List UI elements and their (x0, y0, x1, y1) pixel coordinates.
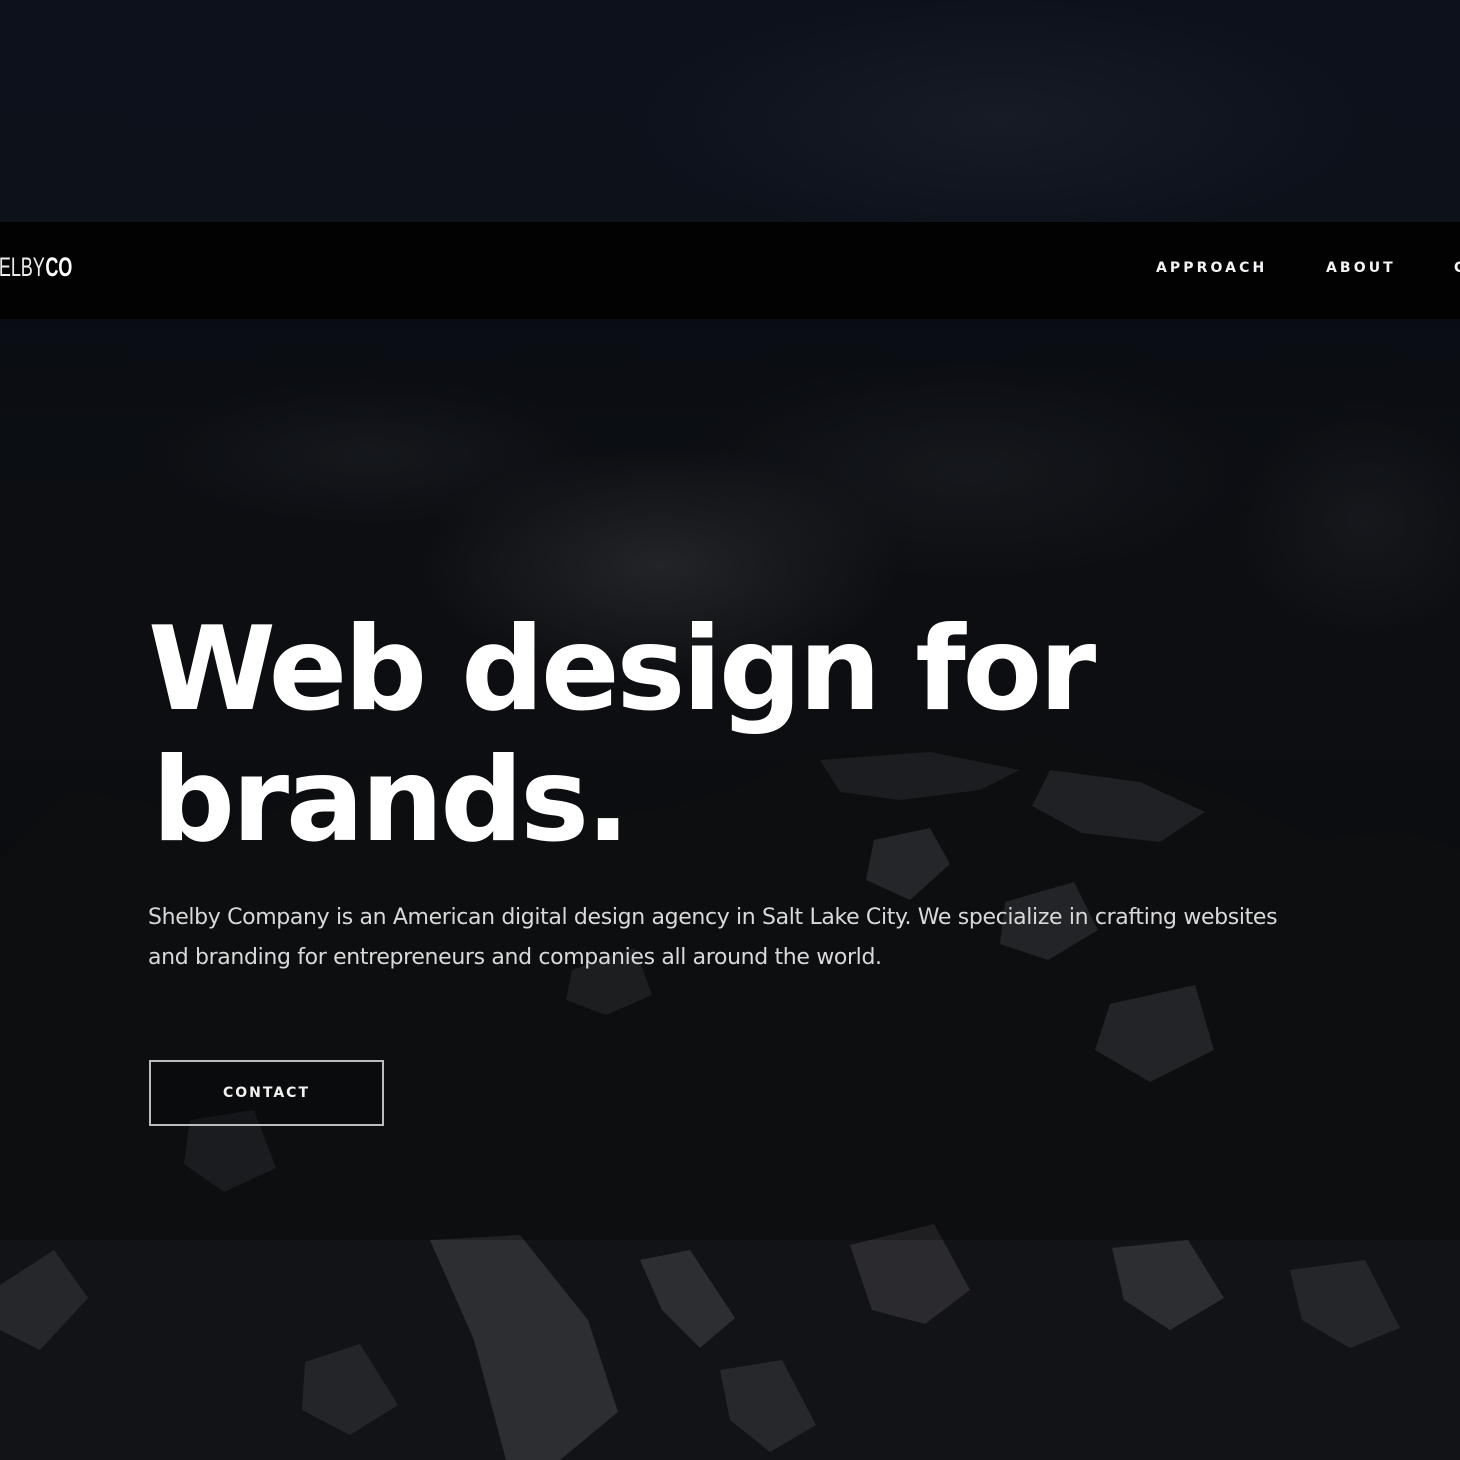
nav-item-approach[interactable]: APPROACH (1156, 260, 1267, 276)
hero-headline-line-2: brands. (152, 733, 630, 868)
nav-item-partial[interactable]: C (1454, 260, 1460, 276)
hero-section: Web design for brands. (148, 604, 1308, 866)
hero-headline-line-1: Web design for (148, 602, 1096, 737)
brand-logo-text-part1: HELBY (0, 252, 45, 282)
brand-logo[interactable]: HELBY CO (0, 252, 72, 282)
contact-button[interactable]: CONTACT (149, 1060, 384, 1126)
brand-logo-text-part2: CO (45, 252, 73, 282)
hero-headline: Web design for brands. (148, 604, 1308, 866)
homepage-screen: HELBY CO APPROACH ABOUT C Web design for… (0, 0, 1460, 1460)
nav-item-about[interactable]: ABOUT (1326, 260, 1396, 276)
hero-description: Shelby Company is an American digital de… (148, 905, 1278, 970)
